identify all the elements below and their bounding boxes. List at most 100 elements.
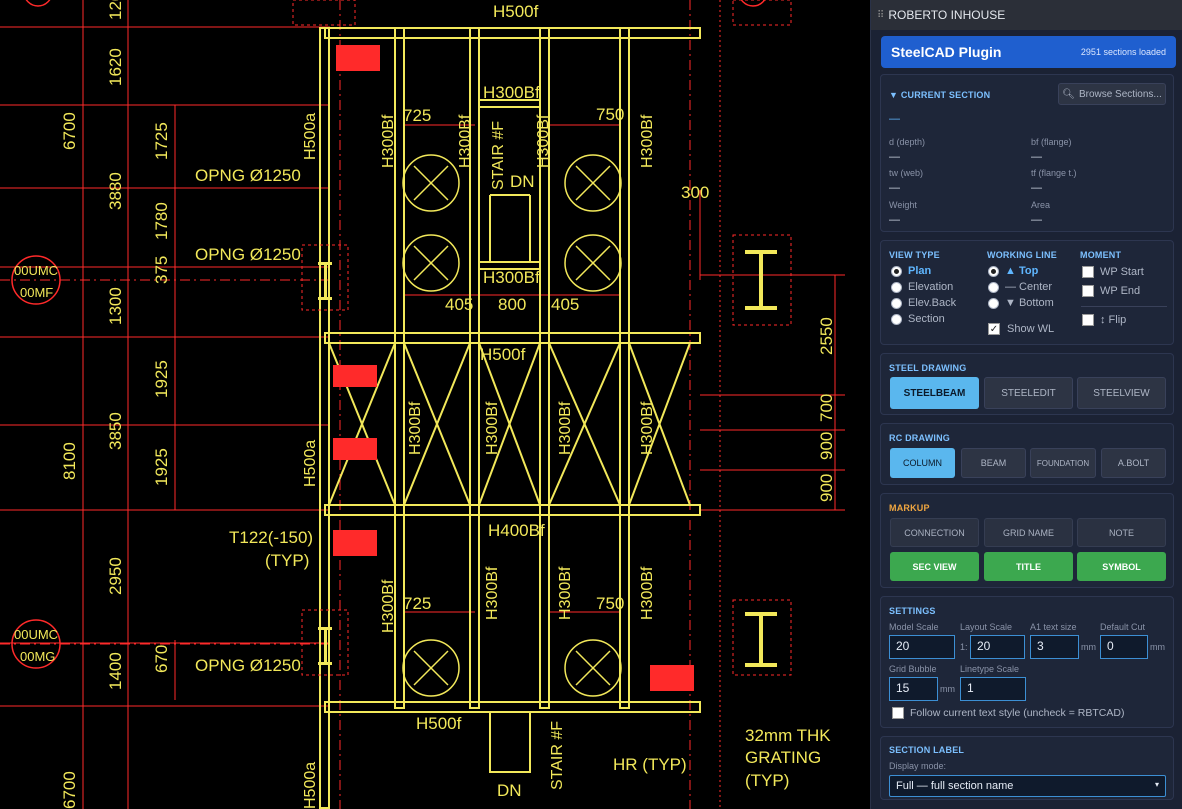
dimension-text: 1620 <box>106 48 125 86</box>
stair-label: STAIR #F <box>490 121 507 190</box>
panel-titlebar[interactable]: ⠿ ROBERTO INHOUSE <box>871 0 1182 30</box>
connection-button[interactable]: CONNECTION <box>890 518 979 547</box>
note-text: 32mm THK <box>745 726 831 745</box>
show-wl-label[interactable]: Show WL <box>1007 323 1054 335</box>
section-label-card: SECTION LABEL Display mode: Full — full … <box>880 736 1174 800</box>
steelbeam-button[interactable]: STEELBEAM <box>890 377 979 409</box>
grid-name-button[interactable]: GRID NAME <box>984 518 1073 547</box>
field-label: d (depth) <box>889 137 926 147</box>
browse-sections-button[interactable]: 🔍︎ Browse Sections... <box>1058 83 1166 105</box>
flip-checkbox[interactable] <box>1082 314 1094 326</box>
divider <box>1081 306 1167 307</box>
field-value: — <box>1031 214 1042 226</box>
field-label: tw (web) <box>889 168 924 178</box>
radio-elev-back[interactable] <box>891 298 902 309</box>
dimension-text: 3880 <box>106 172 125 210</box>
current-section-heading[interactable]: ▼ CURRENT SECTION <box>889 90 990 100</box>
note-text: T122(-150) <box>229 528 313 547</box>
view-type-elev-back-label[interactable]: Elev.Back <box>908 297 956 309</box>
radio-wl-center[interactable] <box>988 282 999 293</box>
column-symbols <box>292 0 792 676</box>
beam-label: H300Bf <box>535 114 552 168</box>
field-value: — <box>889 151 900 163</box>
settings-card: SETTINGS Model Scale 20 Layout Scale 1: … <box>880 596 1174 728</box>
dimension-text: 6700 <box>60 112 79 150</box>
wp-start-label[interactable]: WP Start <box>1100 266 1144 278</box>
a1-unit: mm <box>1081 642 1096 652</box>
plugin-title: SteelCAD Plugin <box>891 44 1002 60</box>
section-label-heading: SECTION LABEL <box>889 745 965 755</box>
flip-label[interactable]: ↕ Flip <box>1100 314 1126 326</box>
follow-text-style-label[interactable]: Follow current text style (uncheck = RBT… <box>910 707 1124 719</box>
plugin-header: SteelCAD Plugin 2951 sections loaded <box>881 36 1176 68</box>
view-type-plan-label[interactable]: Plan <box>908 265 931 277</box>
foundation-button[interactable]: FOUNDATION <box>1030 448 1096 478</box>
show-wl-checkbox[interactable]: ✓ <box>988 323 1000 335</box>
beam-label: H300Bf <box>639 401 656 455</box>
wp-end-checkbox[interactable] <box>1082 285 1094 297</box>
radio-section[interactable] <box>891 314 902 325</box>
stair-label: STAIR #F <box>549 721 566 790</box>
dimension-text: 1780 <box>152 202 171 240</box>
field-label: bf (flange) <box>1031 137 1072 147</box>
beam-label: H300Bf <box>380 114 397 168</box>
wl-center-label[interactable]: — Center <box>1005 281 1052 293</box>
radio-plan[interactable] <box>891 266 902 277</box>
dimension-text: 725 <box>403 594 431 613</box>
follow-text-style-checkbox[interactable] <box>892 707 904 719</box>
model-scale-input[interactable]: 20 <box>889 635 955 659</box>
wp-start-checkbox[interactable] <box>1082 266 1094 278</box>
steeledit-button[interactable]: STEELEDIT <box>984 377 1073 409</box>
grid-bubble-input[interactable]: 15 <box>889 677 938 701</box>
cad-drawing-canvas[interactable]: 6700 8100 6700 1200 1620 3880 1300 3850 2950 1400… <box>0 0 868 809</box>
wl-top-label[interactable]: ▲ Top <box>1005 265 1038 277</box>
column-label: H500a <box>302 113 319 160</box>
sections-count: 2951 sections loaded <box>1080 47 1166 57</box>
view-type-elevation-label[interactable]: Elevation <box>908 281 953 293</box>
wl-bottom-label[interactable]: ▼ Bottom <box>1005 297 1054 309</box>
beam-label: H300Bf <box>484 401 501 455</box>
a1-text-size-input[interactable]: 3 <box>1030 635 1079 659</box>
beam-label: H300Bf <box>483 83 540 102</box>
note-button[interactable]: NOTE <box>1077 518 1166 547</box>
sec-view-button[interactable]: SEC VIEW <box>890 552 979 581</box>
markup-card: MARKUP CONNECTION GRID NAME NOTE SEC VIE… <box>880 493 1174 588</box>
default-cut-input[interactable]: 0 <box>1100 635 1148 659</box>
dimension-text: 1725 <box>152 122 171 160</box>
dimension-text: 2950 <box>106 557 125 595</box>
radio-wl-top[interactable] <box>988 266 999 277</box>
column-button[interactable]: COLUMN <box>890 448 955 478</box>
layout-scale-label: Layout Scale <box>960 622 1013 632</box>
dimension-text: 750 <box>596 594 624 613</box>
beam-label: H300Bf <box>557 566 574 620</box>
model-scale-label: Model Scale <box>889 622 939 632</box>
column-label: H500a <box>302 762 319 809</box>
symbol-button[interactable]: SYMBOL <box>1077 552 1166 581</box>
grip-icon[interactable]: ⠿ <box>877 10 884 21</box>
linetype-scale-label: Linetype Scale <box>960 664 1020 674</box>
chevron-down-icon: ▾ <box>1154 780 1159 789</box>
radio-wl-bottom[interactable] <box>988 298 999 309</box>
beam-label: H300Bf <box>557 401 574 455</box>
radio-elevation[interactable] <box>891 282 902 293</box>
steelview-button[interactable]: STEELVIEW <box>1077 377 1166 409</box>
title-button[interactable]: TITLE <box>984 552 1073 581</box>
beam-label: H300Bf <box>483 268 540 287</box>
field-value: — <box>1031 182 1042 194</box>
dimension-text: 3850 <box>106 412 125 450</box>
linetype-scale-input[interactable]: 1 <box>960 677 1026 701</box>
beam-label: H500f <box>416 714 462 733</box>
display-mode-value: Full — full section name <box>896 780 1014 792</box>
beam-button[interactable]: BEAM <box>961 448 1026 478</box>
display-mode-select[interactable]: Full — full section name ▾ <box>889 775 1166 797</box>
view-type-section-label[interactable]: Section <box>908 313 945 325</box>
dimension-text: 1925 <box>152 360 171 398</box>
beam-label: H500f <box>480 345 526 364</box>
beam-label: H300Bf <box>407 401 424 455</box>
window-title: ROBERTO INHOUSE <box>888 8 1006 22</box>
dimension-text: 300 <box>681 183 709 202</box>
opening-label: OPNG Ø1250 <box>195 656 301 675</box>
layout-scale-input[interactable]: 20 <box>970 635 1025 659</box>
wp-end-label[interactable]: WP End <box>1100 285 1140 297</box>
a-bolt-button[interactable]: A.BOLT <box>1101 448 1166 478</box>
